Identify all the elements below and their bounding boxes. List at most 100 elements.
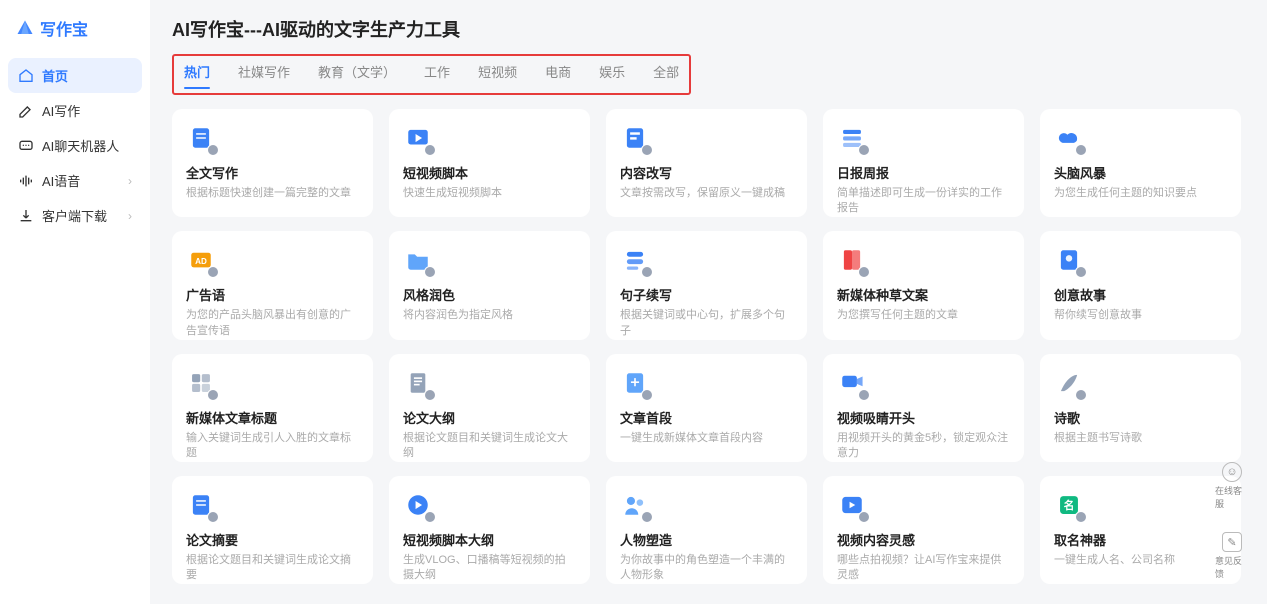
card-icon (620, 490, 650, 520)
card-desc: 为你故事中的角色塑造一个丰满的人物形象 (620, 553, 793, 584)
card-desc: 生成VLOG、口播稿等短视频的拍摄大纲 (403, 553, 576, 584)
template-card-10[interactable]: 新媒体文章标题输入关键词生成引人入胜的文章标题 (172, 354, 373, 462)
template-card-6[interactable]: 风格润色将内容润色为指定风格 (389, 231, 590, 339)
tab-0[interactable]: 热门 (184, 62, 210, 83)
card-icon (620, 245, 650, 275)
page-title: AI写作宝---AI驱动的文字生产力工具 (172, 16, 1245, 42)
card-desc: 将内容润色为指定风格 (403, 308, 576, 323)
card-desc: 为您撰写任何主题的文章 (837, 308, 1010, 323)
card-icon (837, 245, 867, 275)
template-card-2[interactable]: 内容改写文章按需改写，保留原义一键成稿 (606, 109, 807, 217)
card-icon (186, 123, 216, 153)
tab-5[interactable]: 电商 (545, 62, 571, 83)
template-card-13[interactable]: 视频吸睛开头用视频开头的黄金5秒，锁定观众注意力 (823, 354, 1024, 462)
template-grid: 全文写作根据标题快速创建一篇完整的文章短视频脚本快速生成短视频脚本内容改写文章按… (172, 109, 1245, 584)
tab-2[interactable]: 教育（文学） (318, 62, 396, 83)
card-icon (403, 368, 433, 398)
brand-icon (16, 19, 34, 37)
sidebar-item-2[interactable]: AI聊天机器人 (8, 128, 142, 163)
feedback-button[interactable]: ✎ 意见反馈 (1215, 526, 1249, 586)
card-icon (1054, 368, 1084, 398)
audio-icon (18, 173, 34, 189)
template-card-15[interactable]: 论文摘要根据论文题目和关键词生成论文摘要 (172, 476, 373, 584)
template-card-11[interactable]: 论文大纲根据论文题目和关键词生成论文大纲 (389, 354, 590, 462)
card-desc: 哪些点拍视频？让AI写作宝来提供灵感 (837, 553, 1010, 584)
card-icon (186, 368, 216, 398)
template-card-0[interactable]: 全文写作根据标题快速创建一篇完整的文章 (172, 109, 373, 217)
tab-7[interactable]: 全部 (653, 62, 679, 83)
template-card-8[interactable]: 新媒体种草文案为您撰写任何主题的文章 (823, 231, 1024, 339)
card-title: 风格润色 (403, 285, 576, 304)
sidebar-item-label: 客户端下载 (42, 206, 107, 225)
card-desc: 为您的产品头脑风暴出有创意的广告宣传语 (186, 308, 359, 339)
card-desc: 帮你续写创意故事 (1054, 308, 1227, 323)
template-card-9[interactable]: 创意故事帮你续写创意故事 (1040, 231, 1241, 339)
card-desc: 文章按需改写，保留原义一键成稿 (620, 186, 793, 201)
card-title: 创意故事 (1054, 285, 1227, 304)
template-card-4[interactable]: 头脑风暴为您生成任何主题的知识要点 (1040, 109, 1241, 217)
card-icon (620, 123, 650, 153)
card-desc: 根据主题书写诗歌 (1054, 431, 1227, 446)
card-icon (837, 490, 867, 520)
card-icon (1054, 123, 1084, 153)
card-icon: AD (186, 245, 216, 275)
template-card-19[interactable]: 名取名神器一键生成人名、公司名称 (1040, 476, 1241, 584)
tab-1[interactable]: 社媒写作 (238, 62, 290, 83)
card-title: 广告语 (186, 285, 359, 304)
card-icon (837, 368, 867, 398)
card-title: 论文大纲 (403, 408, 576, 427)
tab-6[interactable]: 娱乐 (599, 62, 625, 83)
card-icon (403, 123, 433, 153)
card-icon (837, 123, 867, 153)
template-card-12[interactable]: 文章首段一键生成新媒体文章首段内容 (606, 354, 807, 462)
pencil-icon (18, 103, 34, 119)
card-title: 句子续写 (620, 285, 793, 304)
sidebar-item-label: AI语音 (42, 171, 80, 190)
svg-text:名: 名 (1064, 499, 1075, 512)
note-icon: ✎ (1222, 532, 1242, 552)
chevron-right-icon: › (128, 174, 132, 188)
svg-text:AD: AD (195, 257, 207, 266)
card-title: 视频吸睛开头 (837, 408, 1010, 427)
card-title: 诗歌 (1054, 408, 1227, 427)
home-icon (18, 68, 34, 84)
template-card-18[interactable]: 视频内容灵感哪些点拍视频？让AI写作宝来提供灵感 (823, 476, 1024, 584)
card-desc: 根据标题快速创建一篇完整的文章 (186, 186, 359, 201)
sidebar-item-3[interactable]: AI语音 › (8, 163, 142, 198)
customer-service-button[interactable]: ☺ 在线客服 (1215, 456, 1249, 516)
template-card-3[interactable]: 日报周报简单描述即可生成一份详实的工作报告 (823, 109, 1024, 217)
tab-4[interactable]: 短视频 (478, 62, 517, 83)
card-icon (186, 490, 216, 520)
card-icon (1054, 245, 1084, 275)
tab-3[interactable]: 工作 (424, 62, 450, 83)
card-title: 论文摘要 (186, 530, 359, 549)
card-icon: 名 (1054, 490, 1084, 520)
brand-logo: 写作宝 (8, 10, 142, 52)
template-card-7[interactable]: 句子续写根据关键词或中心句，扩展多个句子 (606, 231, 807, 339)
template-card-16[interactable]: 短视频脚本大纲生成VLOG、口播稿等短视频的拍摄大纲 (389, 476, 590, 584)
card-title: 内容改写 (620, 163, 793, 182)
card-desc: 简单描述即可生成一份详实的工作报告 (837, 186, 1010, 217)
card-title: 取名神器 (1054, 530, 1227, 549)
card-title: 视频内容灵感 (837, 530, 1010, 549)
download-icon (18, 208, 34, 224)
card-title: 文章首段 (620, 408, 793, 427)
category-tabs: 热门 社媒写作 教育（文学） 工作 短视频 电商 娱乐 全部 (172, 54, 691, 95)
chevron-right-icon: › (128, 209, 132, 223)
main-content: AI写作宝---AI驱动的文字生产力工具 热门 社媒写作 教育（文学） 工作 短视频 电商… (150, 0, 1267, 604)
sidebar-item-label: AI写作 (42, 101, 80, 120)
template-card-17[interactable]: 人物塑造为你故事中的角色塑造一个丰满的人物形象 (606, 476, 807, 584)
card-title: 全文写作 (186, 163, 359, 182)
template-card-5[interactable]: AD 广告语为您的产品头脑风暴出有创意的广告宣传语 (172, 231, 373, 339)
sidebar-item-1[interactable]: AI写作 (8, 93, 142, 128)
sidebar: 写作宝 首页 AI写作 AI聊天机器人 AI语音 › 客户端下载 › (0, 0, 150, 604)
smile-icon: ☺ (1222, 462, 1242, 482)
template-card-1[interactable]: 短视频脚本快速生成短视频脚本 (389, 109, 590, 217)
template-card-14[interactable]: 诗歌根据主题书写诗歌 (1040, 354, 1241, 462)
sidebar-item-0[interactable]: 首页 (8, 58, 142, 93)
card-title: 头脑风暴 (1054, 163, 1227, 182)
sidebar-item-4[interactable]: 客户端下载 › (8, 198, 142, 233)
feedback-label: 意见反馈 (1215, 554, 1249, 580)
card-title: 新媒体文章标题 (186, 408, 359, 427)
card-title: 短视频脚本大纲 (403, 530, 576, 549)
